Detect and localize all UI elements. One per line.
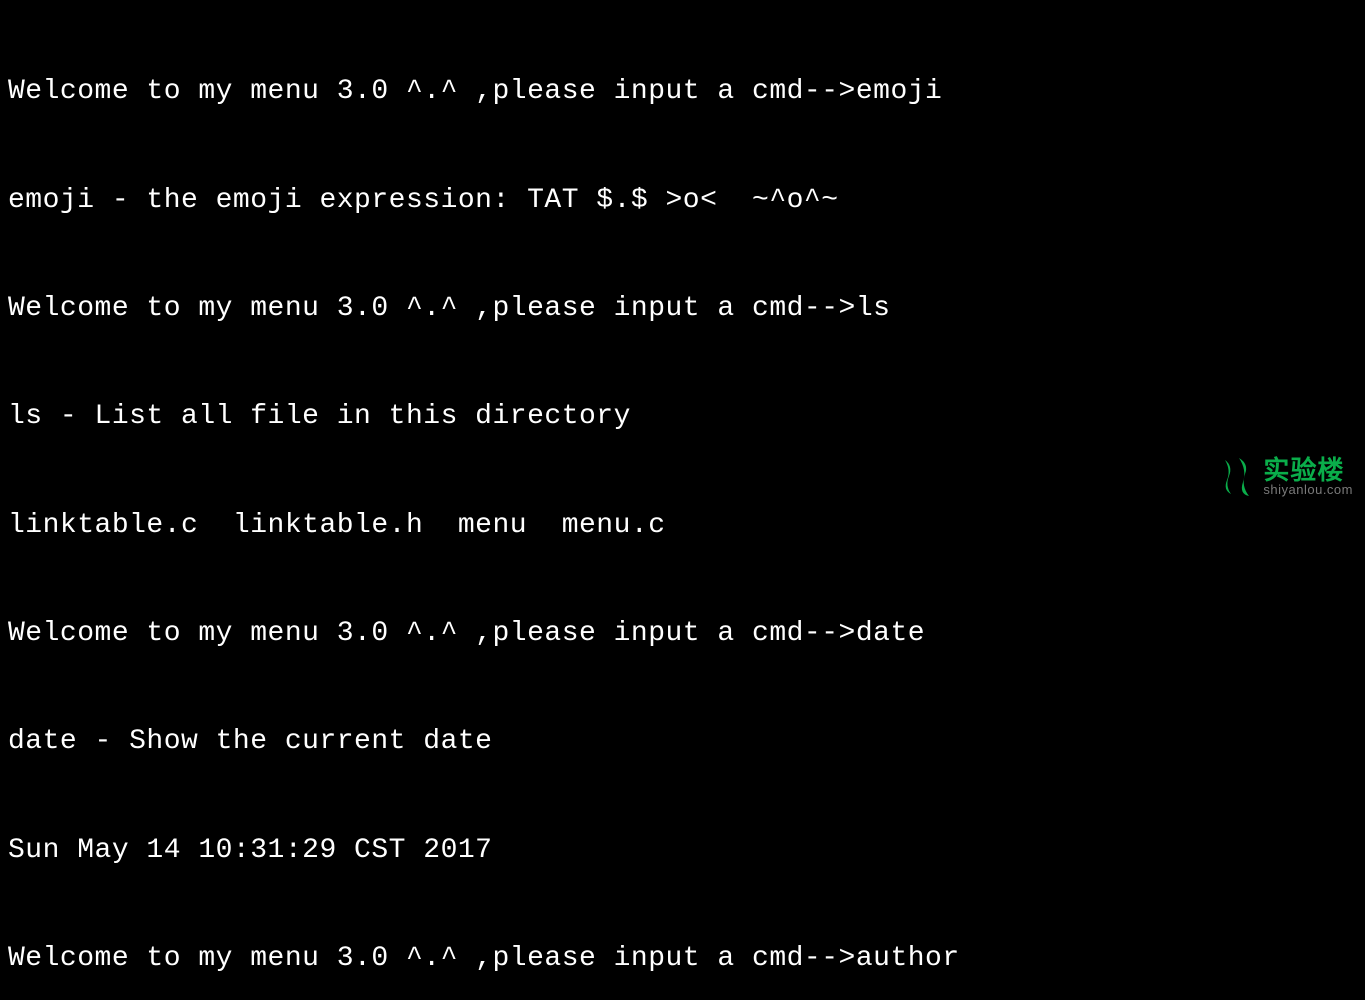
terminal-line: date - Show the current date <box>8 724 1357 760</box>
watermark: 实验楼 shiyanlou.com <box>1217 456 1353 496</box>
terminal-line: Sun May 14 10:31:29 CST 2017 <box>8 833 1357 869</box>
watermark-url: shiyanlou.com <box>1263 483 1353 496</box>
terminal-line: Welcome to my menu 3.0 ^.^ ,please input… <box>8 616 1357 652</box>
terminal-line: Welcome to my menu 3.0 ^.^ ,please input… <box>8 74 1357 110</box>
terminal-line: Welcome to my menu 3.0 ^.^ ,please input… <box>8 941 1357 977</box>
terminal-line: linktable.c linktable.h menu menu.c <box>8 508 1357 544</box>
terminal-line: emoji - the emoji expression: TAT $.$ >o… <box>8 183 1357 219</box>
terminal-line: Welcome to my menu 3.0 ^.^ ,please input… <box>8 291 1357 327</box>
terminal-line: ls - List all file in this directory <box>8 399 1357 435</box>
shiyanlou-logo-icon <box>1217 456 1257 496</box>
terminal-output[interactable]: Welcome to my menu 3.0 ^.^ ,please input… <box>0 0 1365 1000</box>
watermark-name: 实验楼 <box>1263 457 1353 483</box>
